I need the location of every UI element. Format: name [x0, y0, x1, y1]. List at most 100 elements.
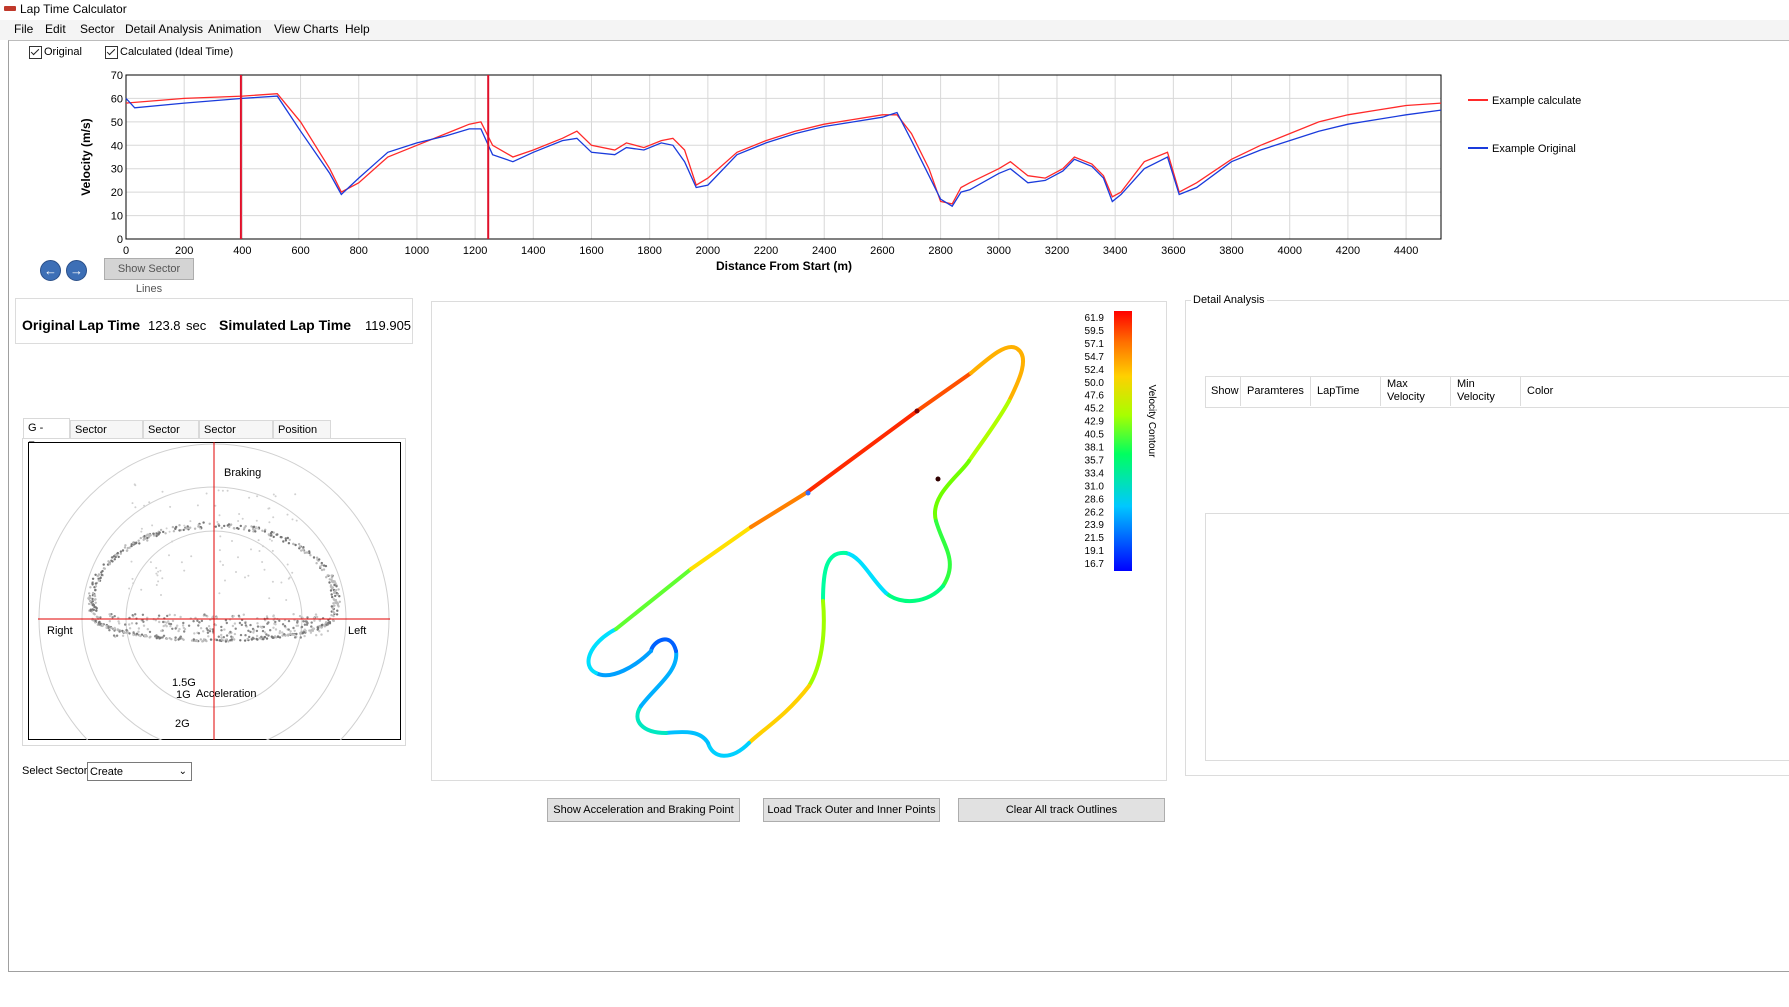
gforce-point — [199, 527, 202, 530]
gforce-point — [267, 634, 270, 637]
gforce-point — [199, 638, 202, 641]
tab-position-info[interactable]: Position Info — [273, 420, 331, 454]
gforce-point — [148, 630, 152, 634]
menu-detail-analysis[interactable]: Detail Analysis — [125, 22, 203, 36]
colorbar-tick-label: 50.0 — [1085, 378, 1105, 389]
gforce-point — [123, 546, 127, 549]
gforce-point — [281, 623, 285, 626]
gforce-point — [222, 636, 225, 639]
original-checkbox[interactable] — [29, 46, 42, 59]
simulated-lap-time-label: Simulated Lap Time — [219, 317, 351, 333]
gforce-left-label: Left — [348, 625, 366, 637]
gforce-point — [215, 638, 219, 642]
show-accel-braking-button[interactable]: Show Acceleration and Braking Point — [547, 798, 740, 822]
show-sector-lines-button[interactable]: Show Sector Lines — [104, 258, 194, 295]
tab-g-force[interactable]: G -Force — [23, 418, 70, 452]
load-track-points-button[interactable]: Load Track Outer and Inner Points — [763, 798, 940, 822]
gforce-point — [287, 619, 291, 623]
column-color[interactable]: Color — [1521, 376, 1569, 406]
colorbar-tick-label: 21.5 — [1085, 533, 1105, 544]
gforce-point — [134, 506, 137, 509]
gforce-point — [166, 614, 169, 618]
gforce-point — [179, 615, 182, 619]
menu-edit[interactable]: Edit — [45, 22, 66, 36]
clear-track-outlines-button[interactable]: Clear All track Outlines — [958, 798, 1165, 822]
column-laptime[interactable]: LapTime — [1311, 376, 1381, 406]
x-tick-label: 3600 — [1161, 245, 1185, 257]
gforce-point — [168, 554, 170, 557]
gforce-point — [331, 595, 334, 599]
gforce-point — [333, 591, 336, 595]
gforce-point — [297, 542, 301, 546]
gforce-point — [227, 523, 231, 526]
gforce-point — [138, 634, 141, 637]
select-sector-dropdown[interactable]: Create ⌄ — [87, 762, 192, 781]
gforce-point — [247, 574, 250, 577]
column-show[interactable]: Show — [1205, 376, 1241, 406]
tab-sector-velocity[interactable]: Sector Velocity — [70, 420, 143, 454]
gforce-point — [132, 633, 135, 637]
gforce-point — [148, 501, 151, 504]
gforce-point — [215, 616, 218, 619]
gforce-point — [182, 638, 185, 641]
gforce-point — [110, 626, 113, 630]
gforce-point — [151, 524, 154, 527]
x-tick-label: 1800 — [637, 245, 661, 257]
gforce-point — [140, 527, 143, 530]
gforce-point — [332, 614, 335, 618]
next-sector-button[interactable]: → — [66, 260, 87, 281]
gforce-point — [183, 627, 187, 631]
gforce-point — [134, 484, 137, 487]
gforce-point — [318, 630, 321, 633]
calculated-checkbox[interactable] — [105, 46, 118, 59]
menu-bar: File Edit Sector Detail Analysis Animati… — [0, 20, 1789, 40]
menu-file[interactable]: File — [14, 22, 33, 36]
gforce-point — [135, 541, 138, 544]
column-max-velocity[interactable]: Max Velocity — [1381, 376, 1451, 406]
gforce-point — [255, 634, 259, 638]
gforce-point — [146, 533, 149, 536]
gforce-point — [116, 551, 120, 555]
tab-sector-analysis[interactable]: Sector Analysis — [199, 420, 273, 454]
gforce-point — [131, 614, 134, 617]
menu-help[interactable]: Help — [345, 22, 370, 36]
gforce-point — [265, 615, 269, 618]
tab-sector-plot[interactable]: Sector Plot — [143, 420, 199, 454]
gforce-point — [255, 526, 258, 528]
gforce-point — [320, 568, 324, 572]
gforce-point — [259, 625, 262, 628]
gforce-point — [178, 524, 181, 527]
gforce-point — [288, 538, 291, 541]
gforce-point — [157, 570, 160, 573]
gforce-point — [291, 518, 294, 521]
gforce-point — [216, 521, 219, 523]
menu-view-charts[interactable]: View Charts — [274, 22, 338, 36]
column-parameters[interactable]: Paramteres — [1241, 376, 1311, 406]
gforce-point — [199, 627, 203, 630]
gforce-point — [94, 598, 97, 601]
gforce-point — [220, 629, 223, 632]
gforce-point — [326, 623, 329, 626]
gforce-point — [220, 526, 223, 530]
menu-animation[interactable]: Animation — [208, 22, 261, 36]
gforce-point — [287, 633, 290, 636]
gforce-point — [336, 609, 339, 612]
gforce-point — [313, 619, 316, 622]
column-min-velocity[interactable]: Min Velocity — [1451, 376, 1521, 406]
gforce-point — [202, 630, 205, 633]
menu-sector[interactable]: Sector — [80, 22, 115, 36]
x-tick-label: 1400 — [521, 245, 545, 257]
gforce-point — [312, 627, 315, 630]
gforce-point — [197, 523, 200, 527]
gforce-point — [244, 525, 247, 528]
gforce-ring-1g-label: 1G — [176, 689, 191, 701]
prev-sector-button[interactable]: ← — [40, 260, 61, 281]
gforce-point — [261, 529, 264, 532]
x-tick-label: 600 — [291, 245, 309, 257]
gforce-point — [124, 623, 127, 626]
gforce-point — [315, 562, 318, 565]
gforce-point — [200, 619, 204, 623]
gforce-point — [255, 637, 258, 641]
gforce-point — [214, 623, 217, 627]
gforce-point — [94, 606, 97, 609]
